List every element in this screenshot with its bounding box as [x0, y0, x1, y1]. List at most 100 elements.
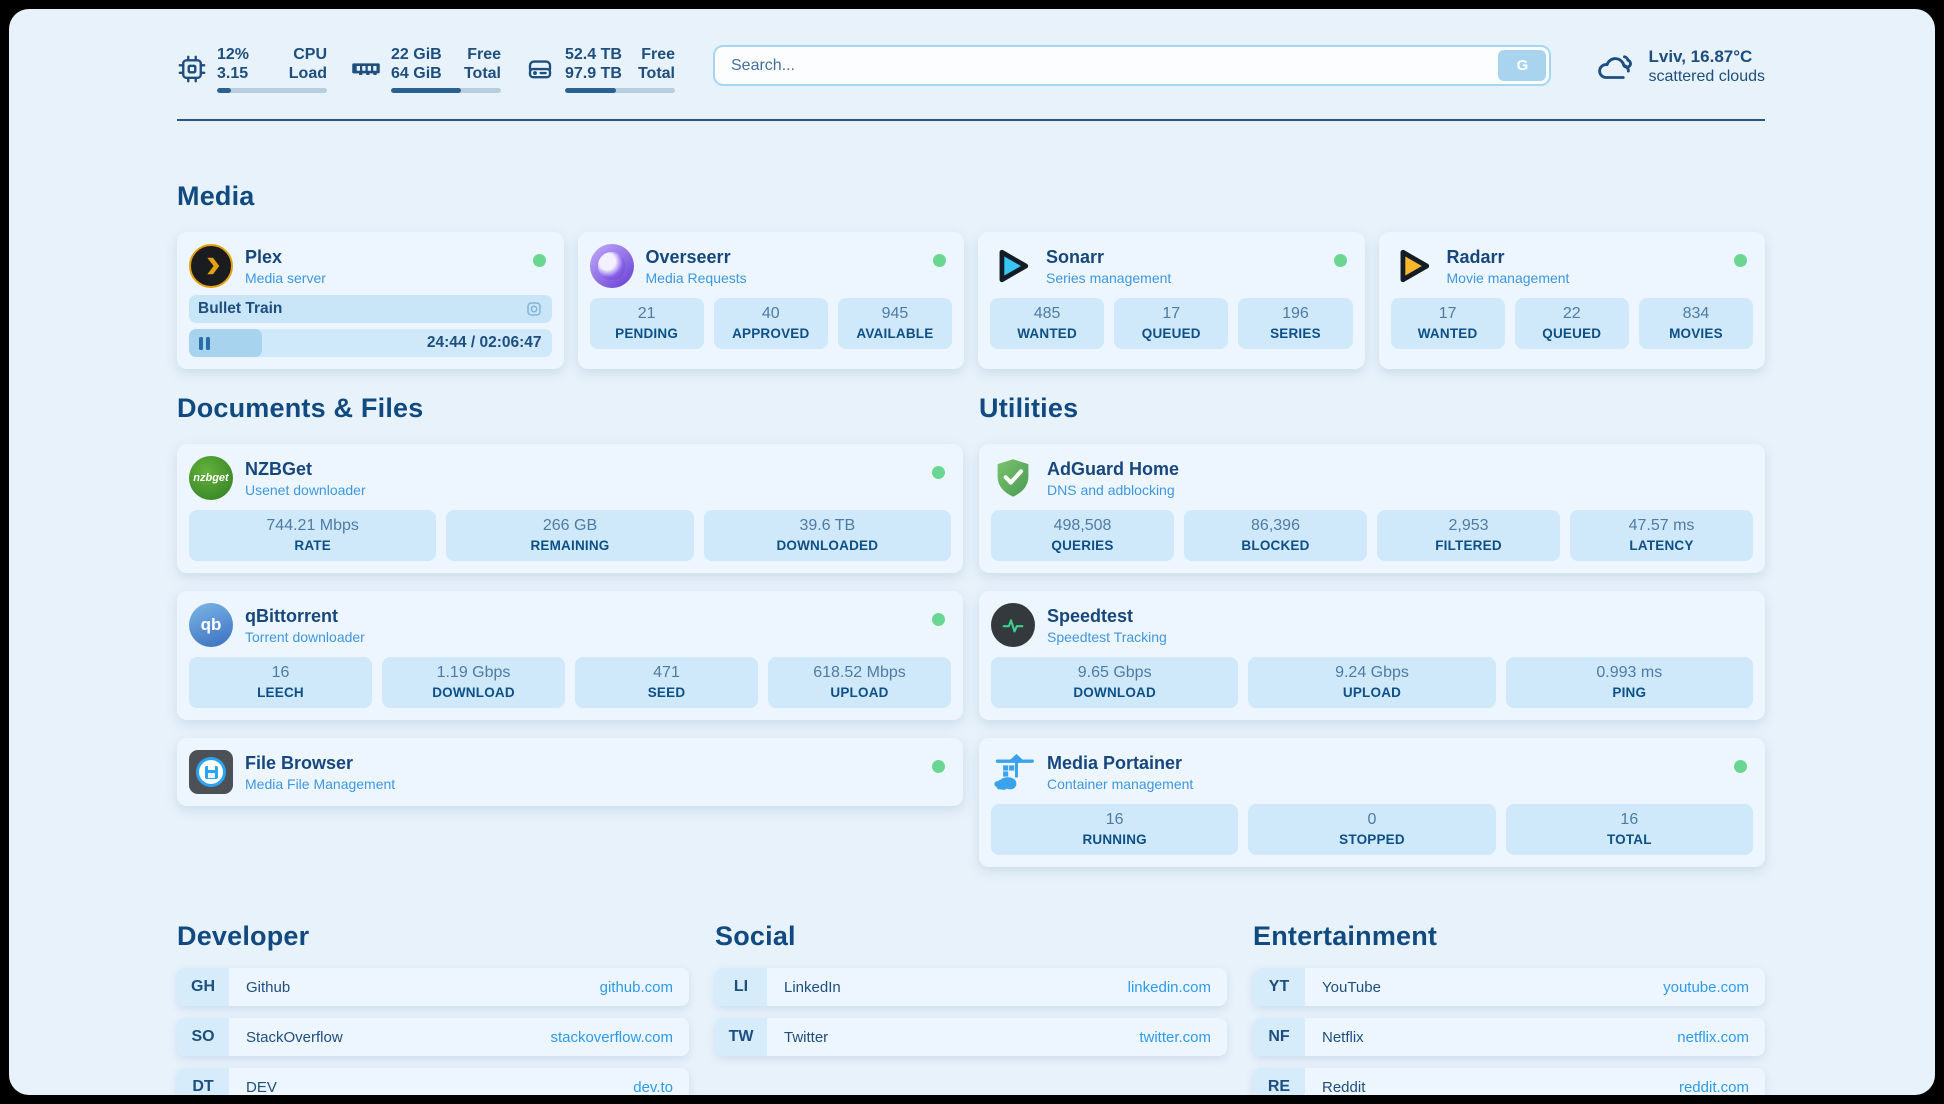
- app-card-sonarr[interactable]: Sonarr Series management 485 WANTED 17 Q…: [978, 232, 1365, 369]
- portainer-icon: [991, 750, 1035, 794]
- playback-progress-bar[interactable]: 24:44 / 02:06:47: [189, 329, 552, 357]
- app-card-nzbget[interactable]: nzbget NZBGet Usenet downloader 744.21 M…: [177, 444, 963, 573]
- app-card-speedtest[interactable]: Speedtest Speedtest Tracking 9.65 Gbps D…: [979, 591, 1765, 720]
- app-card-plex[interactable]: Plex Media server Bullet Train 24:44 / 0…: [177, 232, 564, 369]
- stat-label: MOVIES: [1641, 326, 1751, 341]
- stat-label: RUNNING: [993, 832, 1236, 847]
- hw-value: 3.15: [217, 64, 249, 83]
- link-youtube[interactable]: YT YouTube youtube.com: [1253, 968, 1765, 1006]
- search-input[interactable]: [713, 45, 1551, 86]
- status-dot-online: [932, 760, 945, 773]
- app-card-filebrowser[interactable]: File Browser Media File Management: [177, 738, 963, 806]
- link-url: stackoverflow.com: [550, 1029, 673, 1046]
- disk-usage-bar: [565, 88, 675, 93]
- app-title: Overseerr: [646, 247, 747, 268]
- app-card-overseerr[interactable]: Overseerr Media Requests 21 PENDING 40 A…: [578, 232, 965, 369]
- app-subtitle: DNS and adblocking: [1047, 482, 1179, 498]
- stat-value: 2,953: [1379, 517, 1558, 535]
- stat-value: 0: [1250, 811, 1493, 829]
- utilities-column: Utilities AdGuard Home: [979, 393, 1765, 867]
- app-subtitle: Speedtest Tracking: [1047, 629, 1167, 645]
- stat-box: 21 PENDING: [590, 298, 704, 349]
- cpu-usage-bar: [217, 88, 327, 93]
- stat-box: 17 QUEUED: [1114, 298, 1228, 349]
- stat-value: 266 GB: [448, 517, 691, 535]
- app-card-qbittorrent[interactable]: qb qBittorrent Torrent downloader 16 LEE…: [177, 591, 963, 720]
- now-playing-title: Bullet Train: [198, 300, 282, 318]
- section-heading-social: Social: [715, 921, 1227, 952]
- hw-label: Load: [289, 64, 327, 83]
- filebrowser-icon: [189, 750, 233, 794]
- header-divider: [177, 119, 1765, 121]
- stat-value: 498,508: [993, 517, 1172, 535]
- section-heading-entertainment: Entertainment: [1253, 921, 1765, 952]
- stat-label: DOWNLOAD: [993, 685, 1236, 700]
- stat-label: QUERIES: [993, 538, 1172, 553]
- search-bar: G: [713, 45, 1551, 86]
- link-name: DEV: [246, 1079, 277, 1096]
- stat-box: 1.19 Gbps DOWNLOAD: [382, 657, 565, 708]
- stat-value: 21: [592, 305, 702, 323]
- app-subtitle: Container management: [1047, 776, 1193, 792]
- stat-box: 9.65 Gbps DOWNLOAD: [991, 657, 1238, 708]
- app-subtitle: Media server: [245, 270, 326, 286]
- link-group-developer: Developer GH Github github.com SO StackO…: [177, 921, 689, 1095]
- app-card-adguard[interactable]: AdGuard Home DNS and adblocking 498,508 …: [979, 444, 1765, 573]
- link-dev[interactable]: DT DEV dev.to: [177, 1068, 689, 1095]
- ram-stat: 22 GiB 64 GiB Free Total: [351, 45, 501, 93]
- hw-value: 12%: [217, 45, 249, 64]
- stat-value: 86,396: [1186, 517, 1365, 535]
- stat-value: 1.19 Gbps: [384, 664, 563, 682]
- search-engine-button[interactable]: G: [1498, 50, 1546, 81]
- stat-label: QUEUED: [1517, 326, 1627, 341]
- nzbget-icon: nzbget: [189, 456, 233, 500]
- link-netflix[interactable]: NF Netflix netflix.com: [1253, 1018, 1765, 1056]
- link-name: Twitter: [784, 1029, 828, 1046]
- stat-label: LEECH: [191, 685, 370, 700]
- stat-label: UPLOAD: [770, 685, 949, 700]
- stat-box: 196 SERIES: [1238, 298, 1352, 349]
- app-card-portainer[interactable]: Media Portainer Container management 16 …: [979, 738, 1765, 867]
- stat-label: WANTED: [1393, 326, 1503, 341]
- pause-icon: [199, 337, 210, 350]
- links-area: Developer GH Github github.com SO StackO…: [177, 921, 1765, 1095]
- link-github[interactable]: GH Github github.com: [177, 968, 689, 1006]
- documents-utilities-area: Documents & Files nzbget NZBGet Usenet d…: [177, 393, 1765, 867]
- link-badge: NF: [1253, 1018, 1305, 1056]
- ram-usage-bar: [391, 88, 501, 93]
- stat-value: 0.993 ms: [1508, 664, 1751, 682]
- app-title: NZBGet: [245, 459, 366, 480]
- hw-label: CPU: [289, 45, 327, 64]
- stat-box: 16 TOTAL: [1506, 804, 1753, 855]
- link-name: Github: [246, 979, 290, 996]
- app-title: qBittorrent: [245, 606, 365, 627]
- stat-label: UPLOAD: [1250, 685, 1493, 700]
- link-url: twitter.com: [1139, 1029, 1211, 1046]
- app-title: Radarr: [1447, 247, 1570, 268]
- stat-value: 40: [716, 305, 826, 323]
- status-dot-online: [932, 466, 945, 479]
- link-reddit[interactable]: RE Reddit reddit.com: [1253, 1068, 1765, 1095]
- stat-value: 9.24 Gbps: [1250, 664, 1493, 682]
- app-card-radarr[interactable]: Radarr Movie management 17 WANTED 22 QUE…: [1379, 232, 1766, 369]
- section-heading-media: Media: [177, 181, 1765, 212]
- link-badge: SO: [177, 1018, 229, 1056]
- stat-label: PENDING: [592, 326, 702, 341]
- link-group-entertainment: Entertainment YT YouTube youtube.com NF …: [1253, 921, 1765, 1095]
- status-dot-online: [533, 254, 546, 267]
- stat-box: 471 SEED: [575, 657, 758, 708]
- stat-label: WANTED: [992, 326, 1102, 341]
- link-twitter[interactable]: TW Twitter twitter.com: [715, 1018, 1227, 1056]
- link-group-social: Social LI LinkedIn linkedin.com TW Twitt…: [715, 921, 1227, 1095]
- speedtest-icon: [991, 603, 1035, 647]
- weather-condition: scattered clouds: [1648, 68, 1765, 86]
- link-stackoverflow[interactable]: SO StackOverflow stackoverflow.com: [177, 1018, 689, 1056]
- stat-label: DOWNLOAD: [384, 685, 563, 700]
- stat-label: REMAINING: [448, 538, 691, 553]
- link-url: github.com: [600, 979, 673, 996]
- stat-value: 39.6 TB: [706, 517, 949, 535]
- stat-box: 0.993 ms PING: [1506, 657, 1753, 708]
- link-url: linkedin.com: [1128, 979, 1211, 996]
- link-linkedin[interactable]: LI LinkedIn linkedin.com: [715, 968, 1227, 1006]
- link-badge: RE: [1253, 1068, 1305, 1095]
